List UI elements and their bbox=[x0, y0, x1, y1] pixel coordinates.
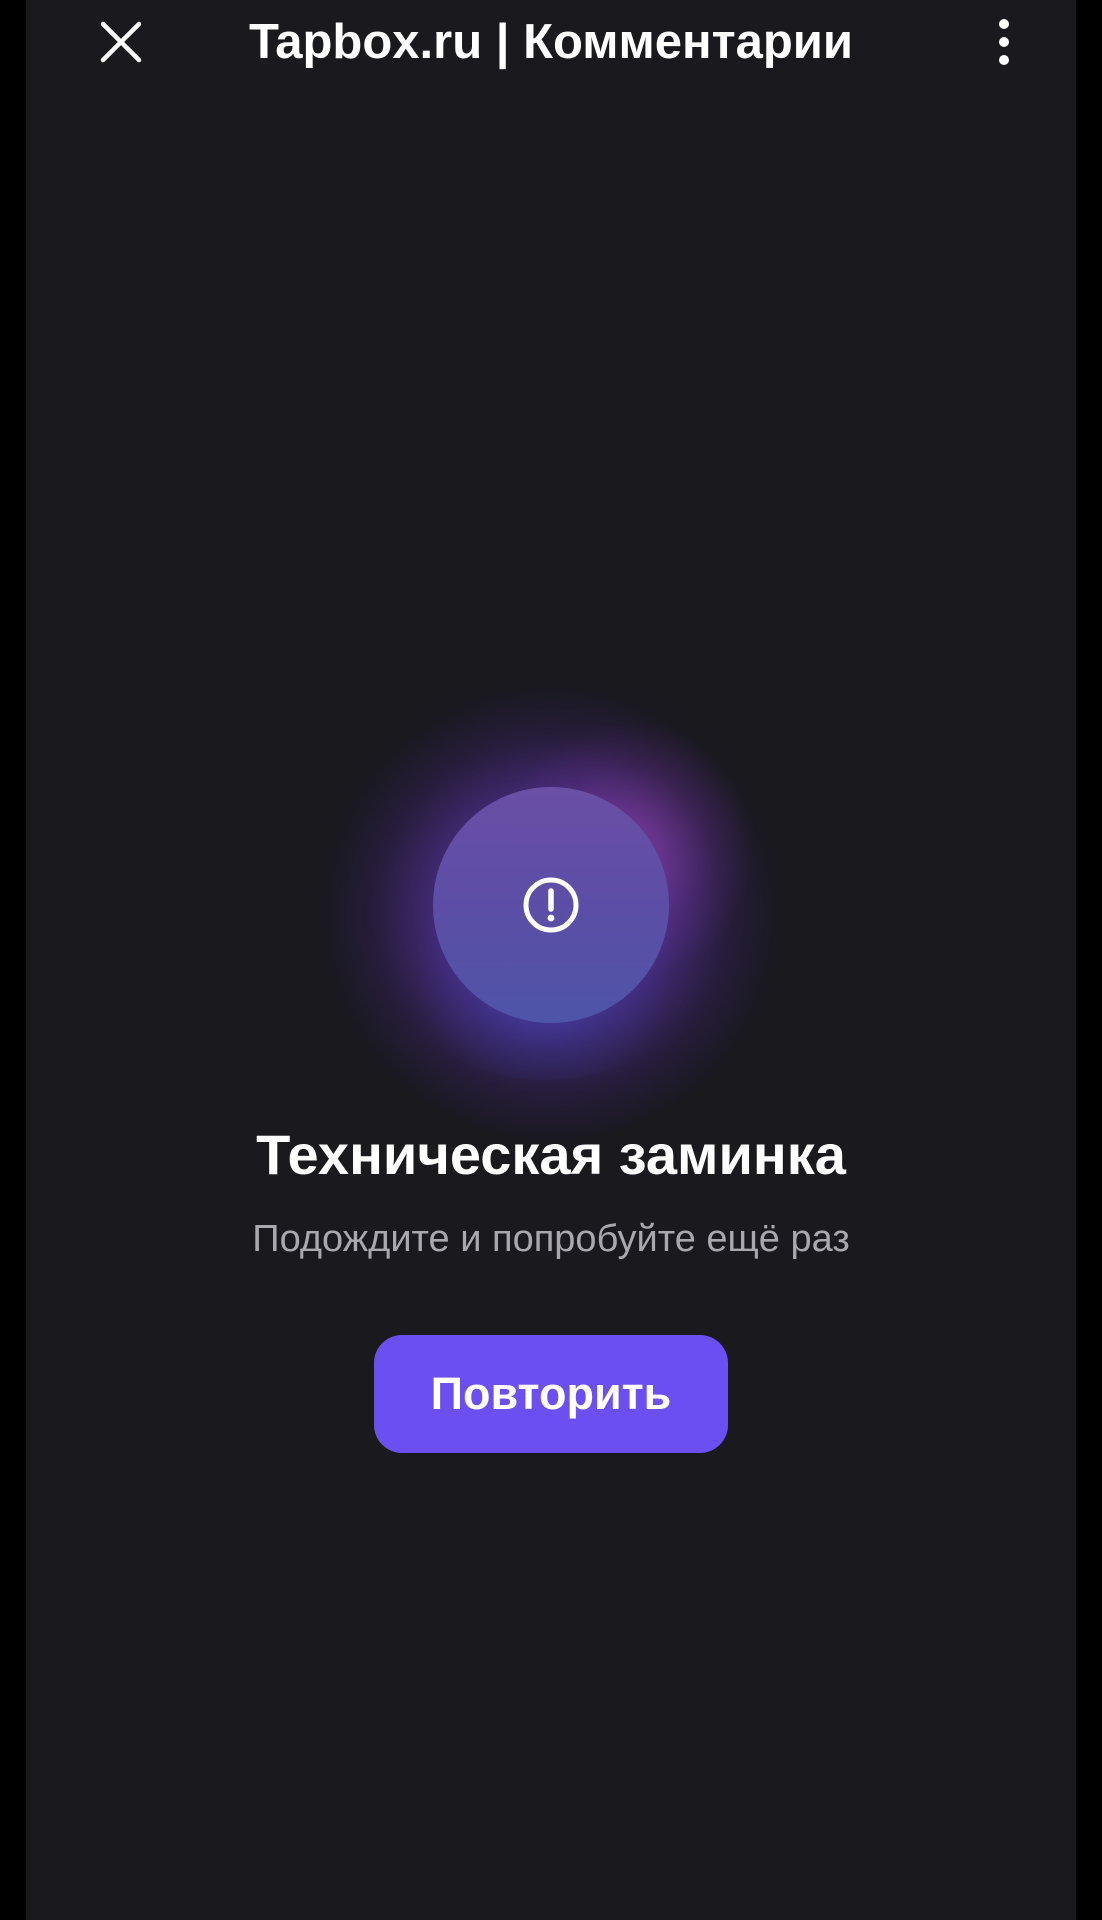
page-title: Tapbox.ru | Комментарии bbox=[248, 15, 854, 69]
comments-screen: Tapbox.ru | Комментарии Техническая зами… bbox=[26, 0, 1076, 1920]
error-message: Подождите и попробуйте ещё раз bbox=[252, 1218, 850, 1260]
close-button[interactable] bbox=[91, 12, 151, 72]
alert-circle-icon bbox=[523, 877, 579, 933]
more-vertical-icon bbox=[999, 19, 1009, 65]
top-bar: Tapbox.ru | Комментарии bbox=[26, 0, 1076, 84]
close-icon bbox=[100, 21, 142, 63]
more-options-button[interactable] bbox=[974, 12, 1034, 72]
error-title: Техническая заминка bbox=[256, 1123, 846, 1186]
error-icon-circle bbox=[433, 787, 669, 1023]
retry-button[interactable]: Повторить bbox=[374, 1335, 728, 1453]
